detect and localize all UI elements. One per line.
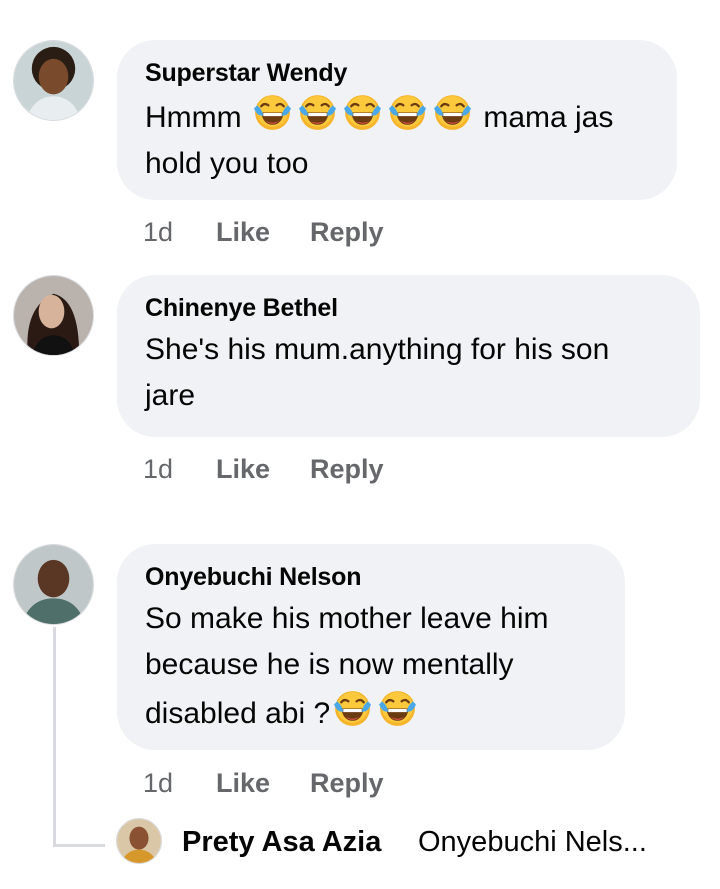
comment-actions: 1d Like Reply <box>143 452 443 486</box>
avatar-superstar-wendy[interactable] <box>13 40 94 121</box>
comment-time[interactable]: 1d <box>143 215 173 249</box>
avatar-onyebuchi-nelson[interactable] <box>13 544 94 625</box>
comment-text-part: She's his mum.anything for his son <box>145 333 610 366</box>
reply-button[interactable]: Reply <box>310 766 384 800</box>
reply-button[interactable]: Reply <box>310 215 384 249</box>
reply-text-preview: Onyebuchi Nels... <box>418 826 647 858</box>
comment-bubble: Superstar Wendy Hmmm mama jas hold you t… <box>117 40 677 200</box>
comment-text-part: jare <box>145 379 196 412</box>
profile-photo-icon <box>14 41 93 120</box>
face-with-tears-of-joy-icon <box>387 92 428 133</box>
comment-author[interactable]: Chinenye Bethel <box>145 293 672 323</box>
comment-author[interactable]: Superstar Wendy <box>145 58 649 88</box>
like-button[interactable]: Like <box>216 215 270 249</box>
comment-text-part: mama jas <box>483 101 614 134</box>
thread-connector-line <box>53 627 56 847</box>
comment-text-part: So make his mother leave him <box>145 602 549 635</box>
face-with-tears-of-joy-icon <box>342 92 383 133</box>
comment-text: She's his mum.anything for his son jare <box>145 327 672 419</box>
profile-photo-icon <box>117 819 161 863</box>
comment-text-part: because he is now mentally <box>145 648 514 681</box>
comment-text: Hmmm mama jas hold you too <box>145 92 649 187</box>
comment-actions: 1d Like Reply <box>143 766 443 800</box>
profile-photo-icon <box>14 276 93 355</box>
comment-bubble: Chinenye Bethel She's his mum.anything f… <box>117 275 700 437</box>
face-with-tears-of-joy-icon <box>297 92 338 133</box>
face-with-tears-of-joy-icon <box>432 92 473 133</box>
comment-author[interactable]: Onyebuchi Nelson <box>145 562 597 592</box>
reply-author[interactable]: Prety Asa Azia <box>182 826 381 859</box>
reply-preview[interactable]: Prety Asa Azia Onyebuchi Nels... <box>116 818 716 864</box>
comment-actions: 1d Like Reply <box>143 215 443 249</box>
reply-button[interactable]: Reply <box>310 452 384 486</box>
comment-bubble: Onyebuchi Nelson So make his mother leav… <box>117 544 625 750</box>
profile-photo-icon <box>14 545 93 624</box>
avatar-prety-asa-azia[interactable] <box>116 818 162 864</box>
comment-text: So make his mother leave him because he … <box>145 596 597 737</box>
avatar-chinenye-bethel[interactable] <box>13 275 94 356</box>
face-with-tears-of-joy-icon <box>377 688 418 729</box>
like-button[interactable]: Like <box>216 452 270 486</box>
face-with-tears-of-joy-icon <box>252 92 293 133</box>
like-button[interactable]: Like <box>216 766 270 800</box>
comment-time[interactable]: 1d <box>143 766 173 800</box>
comment-text-part: Hmmm <box>145 101 242 134</box>
face-with-tears-of-joy-icon <box>332 688 373 729</box>
comment-text-part: hold you too <box>145 147 309 180</box>
thread-connector-elbow <box>53 844 105 847</box>
comment-text-part: disabled abi ? <box>145 697 331 730</box>
comment-time[interactable]: 1d <box>143 452 173 486</box>
